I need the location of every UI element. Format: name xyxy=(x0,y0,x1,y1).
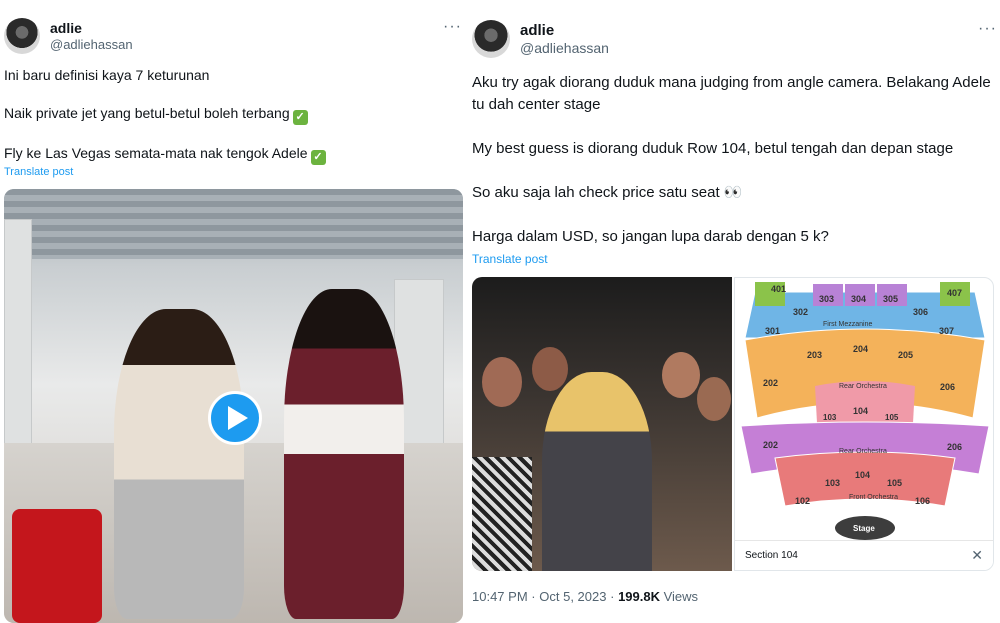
section-info-bar: Section 104 ✕ xyxy=(735,540,993,570)
seat-label: 306 xyxy=(913,307,928,317)
stage-label: Stage xyxy=(853,524,875,533)
seat-label: 205 xyxy=(898,350,913,360)
section-label: Section 104 xyxy=(745,550,798,561)
close-icon[interactable]: ✕ xyxy=(971,547,983,564)
seat-label: 305 xyxy=(883,294,898,304)
rear-orchestra-label: Rear Orchestra xyxy=(839,383,887,390)
check-mark-icon: ✓ xyxy=(310,150,326,165)
tweet-header: adlie @adliehassan xyxy=(4,18,133,54)
seat-label: 302 xyxy=(793,307,808,317)
singer xyxy=(542,372,652,571)
seat-label: 105 xyxy=(885,413,899,422)
views-count: 199.8K xyxy=(618,589,660,604)
seat-label: 202 xyxy=(763,378,778,388)
seat-label: 206 xyxy=(940,382,955,392)
user-handle[interactable]: @adliehassan xyxy=(520,40,609,57)
seat-label: 307 xyxy=(939,326,954,336)
crowd-face xyxy=(532,347,568,391)
seat-label: 102 xyxy=(795,496,810,506)
tweet-paragraph: Harga dalam USD, so jangan lupa darab de… xyxy=(472,228,829,245)
tweet-text: Ini baru definisi kaya 7 keturunan Naik … xyxy=(4,66,454,165)
avatar[interactable] xyxy=(4,18,40,54)
airport-ceiling xyxy=(4,189,463,259)
seat-label: 104 xyxy=(853,406,868,416)
seat-label: 203 xyxy=(807,350,822,360)
tweet-meta: 10:47 PM · Oct 5, 2023 · 199.8K Views xyxy=(472,589,698,604)
seat-label: 103 xyxy=(825,478,840,488)
views-label: Views xyxy=(663,589,699,604)
display-name[interactable]: adlie xyxy=(520,22,609,40)
tweet-time[interactable]: 10:47 PM xyxy=(472,589,528,604)
person-left xyxy=(114,309,244,619)
tweet-left[interactable]: adlie @adliehassan ··· Ini baru definisi… xyxy=(0,0,466,623)
front-orchestra-label: Front Orchestra xyxy=(849,494,898,501)
seat-label: 304 xyxy=(851,294,866,304)
meta-separator: · xyxy=(610,589,615,604)
user-handle[interactable]: @adliehassan xyxy=(50,37,133,53)
seat-label: 204 xyxy=(853,344,868,354)
tweet-line: Ini baru definisi kaya 7 keturunan xyxy=(4,67,210,83)
tweet-line: Naik private jet yang betul-betul boleh … xyxy=(4,104,454,125)
seat-label: 301 xyxy=(765,326,780,336)
seat-label: 106 xyxy=(915,496,930,506)
red-suitcase xyxy=(12,509,102,623)
author-block[interactable]: adlie @adliehassan xyxy=(50,20,133,52)
seat-label: 401 xyxy=(771,284,786,294)
seat-map-graphic: 401 302 303 304 305 306 407 301 307 Firs… xyxy=(740,282,990,540)
ellipsis-icon[interactable]: ··· xyxy=(443,18,462,36)
tweet-paragraph: Aku try agak diorang duduk mana judging … xyxy=(472,74,991,113)
seat-label: 105 xyxy=(887,478,902,488)
tweet-header: adlie @adliehassan xyxy=(472,20,609,58)
screenshot-root: adlie @adliehassan ··· Ini baru definisi… xyxy=(0,0,1000,623)
avatar[interactable] xyxy=(472,20,510,58)
seat-label: 202 xyxy=(763,440,778,450)
rear-orchestra-label: Rear Orchestra xyxy=(839,448,887,455)
tweet-text: Aku try agak diorang duduk mana judging … xyxy=(472,72,992,248)
crowd-face xyxy=(662,352,700,398)
seat-label: 103 xyxy=(823,413,837,422)
crowd-face xyxy=(697,377,731,421)
check-mark-icon: ✓ xyxy=(292,110,308,125)
video-player[interactable] xyxy=(4,189,463,623)
seat-label: 303 xyxy=(819,294,834,304)
seat-label: 407 xyxy=(947,288,962,298)
tweet-date[interactable]: Oct 5, 2023 xyxy=(539,589,606,604)
crowd-face xyxy=(482,357,522,407)
ellipsis-icon[interactable]: ··· xyxy=(978,20,997,38)
person-right xyxy=(284,289,404,619)
author-block[interactable]: adlie @adliehassan xyxy=(520,22,609,57)
tweet-paragraph: My best guess is diorang duduk Row 104, … xyxy=(472,140,954,157)
seat-label: 206 xyxy=(947,442,962,452)
crowd-dress xyxy=(472,457,532,571)
concert-photo[interactable] xyxy=(472,277,732,571)
play-icon[interactable] xyxy=(208,391,262,445)
display-name[interactable]: adlie xyxy=(50,20,133,37)
seat-map[interactable]: 401 302 303 304 305 306 407 301 307 Firs… xyxy=(734,277,994,571)
translate-post-link[interactable]: Translate post xyxy=(472,252,548,266)
seat-label: 104 xyxy=(855,470,870,480)
first-mezzanine-label: First Mezzanine xyxy=(823,321,873,328)
tweet-paragraph: So aku saja lah check price satu seat 👀 xyxy=(472,184,743,201)
translate-post-link[interactable]: Translate post xyxy=(4,166,73,178)
meta-separator: · xyxy=(531,589,536,604)
tweet-line: Fly ke Las Vegas semata-mata nak tengok … xyxy=(4,144,454,165)
